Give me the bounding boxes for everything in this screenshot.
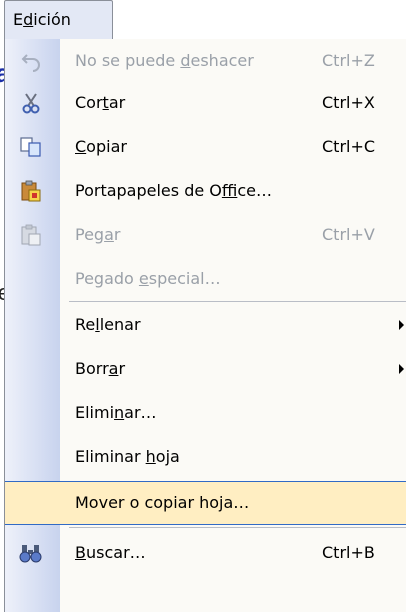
menu-item-paste[interactable]: Pegar Ctrl+V — [5, 213, 406, 257]
scissors-icon — [22, 93, 40, 114]
menu-edicion[interactable]: Edición — [4, 0, 113, 40]
shortcut-label: Ctrl+C — [322, 137, 376, 156]
menu-item-undo[interactable]: No se puede deshacer Ctrl+Z — [5, 39, 406, 83]
shortcut-label: Ctrl+V — [322, 225, 375, 244]
edit-menu-dropdown: No se puede deshacer Ctrl+Z Cortar Ctrl+… — [4, 39, 406, 612]
submenu-arrow-icon — [399, 364, 404, 374]
menu-item-clear[interactable]: Borrar — [5, 347, 406, 391]
shortcut-label: Ctrl+B — [322, 543, 375, 562]
menu-item-paste-special[interactable]: Pegado especial… — [5, 257, 406, 301]
binoculars-icon — [19, 545, 42, 563]
paste-icon — [21, 224, 41, 246]
clipboard-icon — [21, 180, 41, 202]
shortcut-label: Ctrl+Z — [322, 51, 375, 70]
menu-item-copy[interactable]: Copiar Ctrl+C — [5, 125, 406, 169]
shortcut-label: Ctrl+X — [322, 93, 375, 112]
menu-separator — [69, 527, 406, 528]
menu-item-delete-sheet[interactable]: Eliminar hoja — [5, 435, 406, 479]
menu-item-find[interactable]: Buscar… Ctrl+B — [5, 531, 406, 575]
submenu-arrow-icon — [399, 320, 404, 330]
menu-item-cut[interactable]: Cortar Ctrl+X — [5, 81, 406, 125]
menu-item-fill[interactable]: Rellenar — [5, 303, 406, 347]
menu-separator — [69, 301, 406, 302]
undo-icon — [21, 54, 40, 72]
menu-item-office-clipboard[interactable]: Portapapeles de Office… — [5, 169, 406, 213]
menu-item-move-copy-sheet[interactable]: Mover o copiar hoja… — [5, 481, 406, 525]
copy-icon — [20, 137, 41, 157]
menu-item-delete[interactable]: Eliminar… — [5, 391, 406, 435]
